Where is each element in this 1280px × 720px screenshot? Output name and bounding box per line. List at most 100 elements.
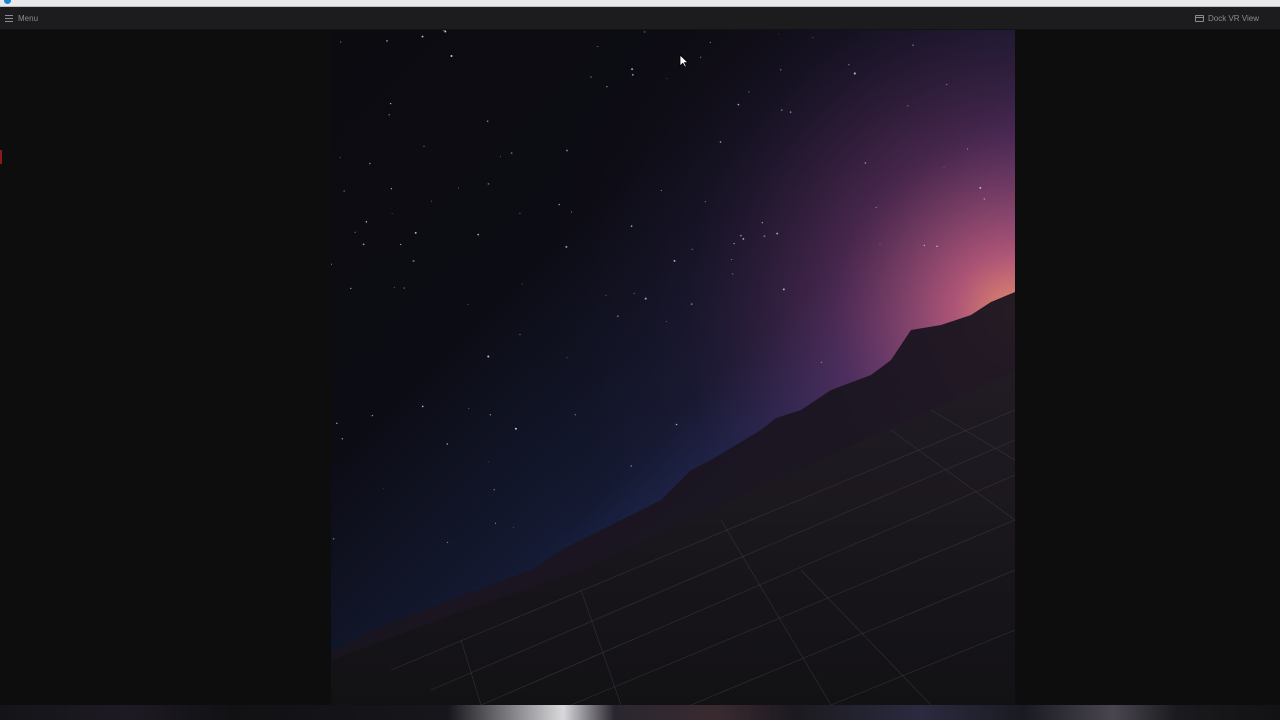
star: [400, 243, 402, 246]
menu-button[interactable]: Menu: [5, 10, 38, 26]
star: [565, 245, 568, 248]
star: [907, 104, 909, 107]
star: [673, 259, 676, 262]
star: [633, 292, 635, 294]
star: [388, 114, 390, 116]
star: [778, 33, 780, 35]
star: [763, 235, 766, 238]
star: [864, 162, 867, 164]
star: [660, 190, 662, 192]
star: [423, 145, 425, 148]
dock-window-icon: [1195, 14, 1205, 22]
vr-view-viewport[interactable]: [331, 30, 1015, 705]
star: [350, 287, 352, 290]
star: [446, 541, 449, 544]
star: [704, 201, 706, 203]
star: [779, 69, 782, 71]
app-icon: [4, 0, 11, 4]
star: [737, 103, 740, 106]
dock-vr-view-button[interactable]: Dock VR View: [1195, 10, 1259, 26]
star: [365, 221, 368, 223]
star: [354, 231, 356, 233]
star: [421, 405, 424, 408]
star: [571, 211, 573, 213]
star: [630, 465, 632, 467]
star: [487, 182, 490, 185]
star: [414, 231, 417, 234]
star: [489, 414, 491, 416]
star: [566, 149, 568, 152]
star: [383, 487, 385, 489]
star: [467, 303, 469, 306]
star: [514, 427, 517, 430]
star: [369, 162, 371, 165]
star: [875, 206, 877, 209]
star: [699, 56, 702, 59]
star: [431, 200, 433, 202]
star: [332, 537, 335, 540]
star: [403, 287, 405, 289]
edge-marker: [0, 150, 2, 164]
star: [487, 461, 489, 463]
star: [336, 422, 338, 425]
star: [590, 76, 592, 78]
star: [493, 488, 495, 491]
star: [458, 187, 459, 189]
star: [643, 31, 646, 33]
star: [776, 232, 779, 235]
star: [631, 73, 634, 76]
star: [605, 294, 607, 296]
star: [946, 83, 948, 86]
star: [500, 156, 502, 158]
star: [912, 44, 914, 46]
star: [631, 68, 634, 71]
dock-vr-view-label: Dock VR View: [1208, 13, 1259, 23]
star: [606, 85, 608, 88]
star: [732, 273, 734, 275]
star: [853, 72, 856, 75]
star: [966, 148, 969, 150]
star: [574, 414, 577, 416]
star: [468, 408, 470, 410]
menu-label: Menu: [18, 13, 39, 23]
star: [486, 120, 489, 123]
star: [477, 233, 480, 236]
vr-view-toolbar: Menu Dock VR View: [0, 7, 1280, 30]
star: [487, 355, 490, 358]
star: [943, 167, 945, 168]
star: [519, 212, 521, 215]
star: [630, 225, 633, 227]
star: [566, 357, 568, 359]
star: [446, 443, 449, 445]
star: [450, 54, 453, 58]
star: [343, 190, 346, 192]
star: [521, 283, 523, 285]
hamburger-icon: [5, 14, 13, 22]
vr-scene: [331, 30, 1015, 705]
star: [644, 297, 647, 300]
star: [386, 40, 388, 42]
star: [780, 109, 783, 111]
star: [665, 321, 667, 323]
star: [733, 243, 735, 245]
star: [390, 188, 393, 190]
star: [848, 64, 850, 66]
star: [742, 237, 745, 240]
taskbar-strip: [0, 705, 1280, 720]
star: [421, 35, 424, 38]
mouse-cursor-icon: [679, 54, 689, 68]
star: [391, 212, 393, 214]
star: [362, 243, 365, 246]
star: [761, 222, 763, 224]
star: [739, 234, 742, 237]
star: [923, 244, 925, 247]
star: [748, 91, 750, 93]
window-title-bar: [0, 0, 1280, 7]
star: [389, 102, 392, 105]
star: [340, 41, 342, 43]
star: [393, 286, 395, 288]
star: [879, 243, 881, 245]
star: [412, 259, 415, 263]
star: [513, 526, 514, 528]
star: [979, 186, 982, 189]
